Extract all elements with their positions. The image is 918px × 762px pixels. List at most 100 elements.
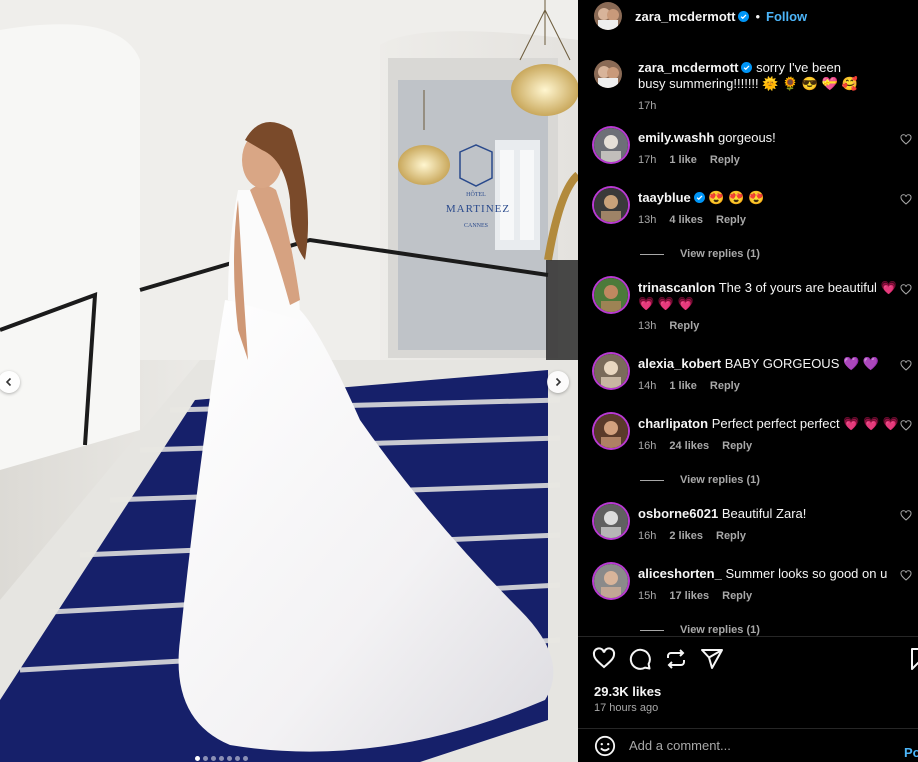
comment-meta: 16h 24 likes Reply [638, 438, 908, 454]
comment-body: osborne6021 Beautiful Zara! 16h 2 likes Rep… [638, 506, 908, 544]
carousel-dots [195, 756, 248, 761]
comment-row: aliceshorten_ Summer looks so good on u 1… [594, 564, 912, 604]
comment-time[interactable]: 14h [638, 378, 656, 394]
view-replies-line [640, 253, 664, 255]
emoji-icon[interactable] [594, 735, 616, 757]
comment-meta: 13h Reply [638, 318, 908, 334]
comment-likes[interactable]: 17 likes [669, 588, 709, 604]
post-media[interactable]: HÔTEL MARTINEZ CANNES [0, 0, 578, 762]
view-replies-label: View replies (1) [680, 248, 760, 260]
sign-line-2: MARTINEZ [446, 203, 510, 215]
comment-time[interactable]: 16h [638, 438, 656, 454]
comment-bar: Po [578, 728, 918, 762]
comment-likes[interactable]: 1 like [669, 152, 697, 168]
heart-icon[interactable] [900, 570, 912, 582]
repost-icon[interactable] [664, 647, 688, 671]
view-replies-button[interactable]: View replies (1) [640, 624, 760, 636]
commenter-avatar[interactable] [594, 504, 628, 538]
commenter-username[interactable]: aliceshorten_ [638, 566, 722, 581]
comment-time[interactable]: 16h [638, 528, 656, 544]
carousel-dot [243, 756, 248, 761]
post-timestamp[interactable]: 17 hours ago [594, 702, 658, 714]
reply-button[interactable]: Reply [710, 152, 740, 168]
caption-meta: 17h [638, 98, 868, 114]
view-replies-label: View replies (1) [680, 624, 760, 636]
post-side-panel: zara_mcdermott • Follow zara_mcdermott s… [578, 0, 918, 762]
heart-icon[interactable] [900, 194, 912, 206]
chevron-right-icon [555, 377, 562, 387]
next-image-button[interactable] [547, 371, 569, 393]
caption-time[interactable]: 17h [638, 98, 656, 114]
comment-likes[interactable]: 24 likes [669, 438, 709, 454]
author-avatar[interactable] [594, 60, 622, 88]
heart-icon[interactable] [592, 647, 616, 671]
caption-body: zara_mcdermott sorry I've been busy summ… [638, 60, 868, 114]
reply-button[interactable]: Reply [710, 378, 740, 394]
likes-count[interactable]: 29.3K likes [594, 684, 661, 699]
comment-time[interactable]: 13h [638, 318, 656, 334]
caption-row: zara_mcdermott sorry I've been busy summ… [594, 60, 912, 114]
comment-time[interactable]: 17h [638, 152, 656, 168]
commenter-username[interactable]: charlipaton [638, 416, 708, 431]
share-icon[interactable] [700, 647, 724, 671]
commenter-avatar[interactable] [594, 564, 628, 598]
comment-likes[interactable]: 4 likes [669, 212, 703, 228]
comment-likes[interactable]: 1 like [669, 378, 697, 394]
author-username[interactable]: zara_mcdermott [635, 9, 735, 24]
comment-text: BABY GORGEOUS 💜 💜 [724, 356, 879, 371]
comment-body: trinascanlon The 3 of yours are beautifu… [638, 280, 908, 334]
view-replies-button[interactable]: View replies (1) [640, 474, 760, 486]
comment-time[interactable]: 15h [638, 588, 656, 604]
commenter-username[interactable]: trinascanlon [638, 280, 715, 295]
comment-body: charlipaton Perfect perfect perfect 💗 💗 … [638, 416, 908, 454]
reply-button[interactable]: Reply [722, 438, 752, 454]
verified-badge-icon [693, 192, 705, 203]
comment-row: emily.washh gorgeous! 17h 1 like Reply [594, 128, 912, 168]
heart-icon[interactable] [900, 510, 912, 522]
header-separator: • [755, 8, 760, 24]
reply-button[interactable]: Reply [716, 212, 746, 228]
view-replies-button[interactable]: View replies (1) [640, 248, 760, 260]
author-avatar[interactable] [594, 2, 622, 30]
bookmark-icon[interactable] [908, 647, 918, 671]
comment-row: alexia_kobert BABY GORGEOUS 💜 💜 14h 1 like… [594, 354, 912, 394]
heart-icon[interactable] [900, 360, 912, 372]
caption-username[interactable]: zara_mcdermott [638, 60, 738, 75]
view-replies-line [640, 629, 664, 631]
comment-time[interactable]: 13h [638, 212, 656, 228]
commenter-avatar[interactable] [594, 414, 628, 448]
reply-button[interactable]: Reply [722, 588, 752, 604]
commenter-username[interactable]: alexia_kobert [638, 356, 721, 371]
comment-text: Beautiful Zara! [721, 506, 807, 521]
reply-button[interactable]: Reply [716, 528, 746, 544]
comment-meta: 13h 4 likes Reply [638, 212, 908, 228]
comment-meta: 14h 1 like Reply [638, 378, 908, 394]
commenter-avatar[interactable] [594, 128, 628, 162]
comment-text: Perfect perfect perfect 💗 💗 💗 [711, 416, 899, 431]
commenter-username[interactable]: taayblue [638, 190, 691, 205]
view-replies-label: View replies (1) [680, 474, 760, 486]
comment-row: osborne6021 Beautiful Zara! 16h 2 likes Rep… [594, 504, 912, 544]
carousel-dot [195, 756, 200, 761]
comment-likes[interactable]: 2 likes [669, 528, 703, 544]
carousel-dot [203, 756, 208, 761]
heart-icon[interactable] [900, 134, 912, 146]
heart-icon[interactable] [900, 420, 912, 432]
heart-icon[interactable] [900, 284, 912, 296]
commenter-avatar[interactable] [594, 278, 628, 312]
comment-meta: 17h 1 like Reply [638, 152, 908, 168]
post-photo: HÔTEL MARTINEZ CANNES [0, 0, 578, 762]
commenter-avatar[interactable] [594, 188, 628, 222]
follow-button[interactable]: Follow [766, 9, 807, 24]
commenter-avatar[interactable] [594, 354, 628, 388]
commenter-username[interactable]: emily.washh [638, 130, 714, 145]
comment-icon[interactable] [628, 647, 652, 671]
comment-body: alexia_kobert BABY GORGEOUS 💜 💜 14h 1 like… [638, 356, 908, 394]
commenter-username[interactable]: osborne6021 [638, 506, 718, 521]
comment-row: taayblue 😍 😍 😍 13h 4 likes Reply [594, 188, 912, 228]
reply-button[interactable]: Reply [669, 318, 699, 334]
post-comment-button[interactable]: Po [904, 745, 918, 760]
action-bar [578, 636, 918, 680]
comment-input[interactable] [629, 738, 879, 753]
comment-text: gorgeous! [717, 130, 776, 145]
